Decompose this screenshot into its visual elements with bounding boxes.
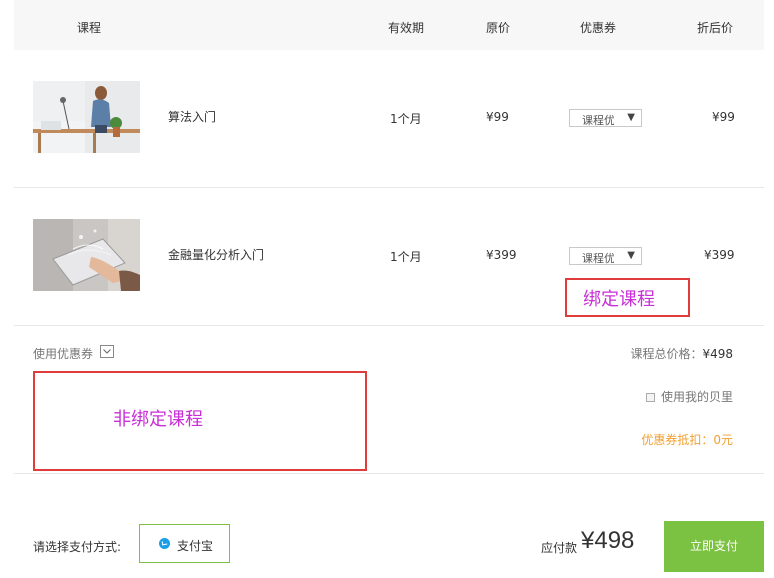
tablet-hands-photo-icon xyxy=(33,219,140,291)
coupon-select[interactable]: 课程优 ▼ xyxy=(569,247,642,265)
coupon-deduction: 优惠券抵扣：0元 xyxy=(641,433,733,447)
total-price: 课程总价格：¥498 xyxy=(630,345,733,362)
course-original-price: ¥399 xyxy=(486,248,517,262)
coupon-select[interactable]: 课程优 ▼ xyxy=(569,109,642,127)
expand-coupon-toggle[interactable] xyxy=(100,345,114,358)
table-header: 课程 有效期 原价 优惠券 折后价 xyxy=(14,0,764,50)
use-beili-option[interactable]: 使用我的贝里 xyxy=(645,388,733,405)
total-price-label: 课程总价格： xyxy=(630,347,703,361)
amount-due-label: 应付款 xyxy=(541,541,578,555)
course-discount-price: ¥99 xyxy=(712,110,735,124)
annotation-unbound-course: 非绑定课程 xyxy=(113,409,203,430)
header-discount-price: 折后价 xyxy=(697,21,734,35)
amount-due-value: ¥498 xyxy=(581,527,635,554)
course-thumbnail[interactable] xyxy=(33,81,140,153)
header-original-price: 原价 xyxy=(486,21,511,35)
course-validity: 1个月 xyxy=(390,112,422,126)
coupon-select-value: 课程优 xyxy=(582,252,614,265)
course-name[interactable]: 算法入门 xyxy=(168,108,216,125)
annotation-bound-course: 绑定课程 xyxy=(583,289,655,310)
course-discount-price: ¥399 xyxy=(704,248,735,262)
alipay-option-button[interactable]: 支付宝 xyxy=(139,524,230,563)
header-coupon: 优惠券 xyxy=(580,21,617,35)
course-original-price: ¥99 xyxy=(486,110,509,124)
chevron-down-icon xyxy=(103,349,111,354)
course-name[interactable]: 金融量化分析入门 xyxy=(168,246,264,263)
office-woman-photo-icon xyxy=(33,81,140,153)
chevron-down-icon: ▼ xyxy=(627,112,635,123)
payment-method-label: 请选择支付方式: xyxy=(33,540,122,554)
header-course: 课程 xyxy=(77,21,102,35)
alipay-label: 支付宝 xyxy=(177,539,214,553)
total-price-value: ¥498 xyxy=(702,347,733,361)
header-validity: 有效期 xyxy=(388,21,425,35)
table-row: 算法入门 1个月 ¥99 课程优 ▼ ¥99 xyxy=(14,50,764,188)
chevron-down-icon: ▼ xyxy=(627,250,635,261)
alipay-icon xyxy=(159,538,170,549)
course-thumbnail[interactable] xyxy=(33,219,140,291)
use-beili-label: 使用我的贝里 xyxy=(660,390,733,404)
pay-now-button[interactable]: 立即支付 xyxy=(664,521,764,572)
use-beili-checkbox[interactable] xyxy=(645,393,655,402)
course-validity: 1个月 xyxy=(390,250,422,264)
use-coupon-label[interactable]: 使用优惠券 xyxy=(33,345,93,362)
coupon-select-value: 课程优 xyxy=(582,114,614,127)
